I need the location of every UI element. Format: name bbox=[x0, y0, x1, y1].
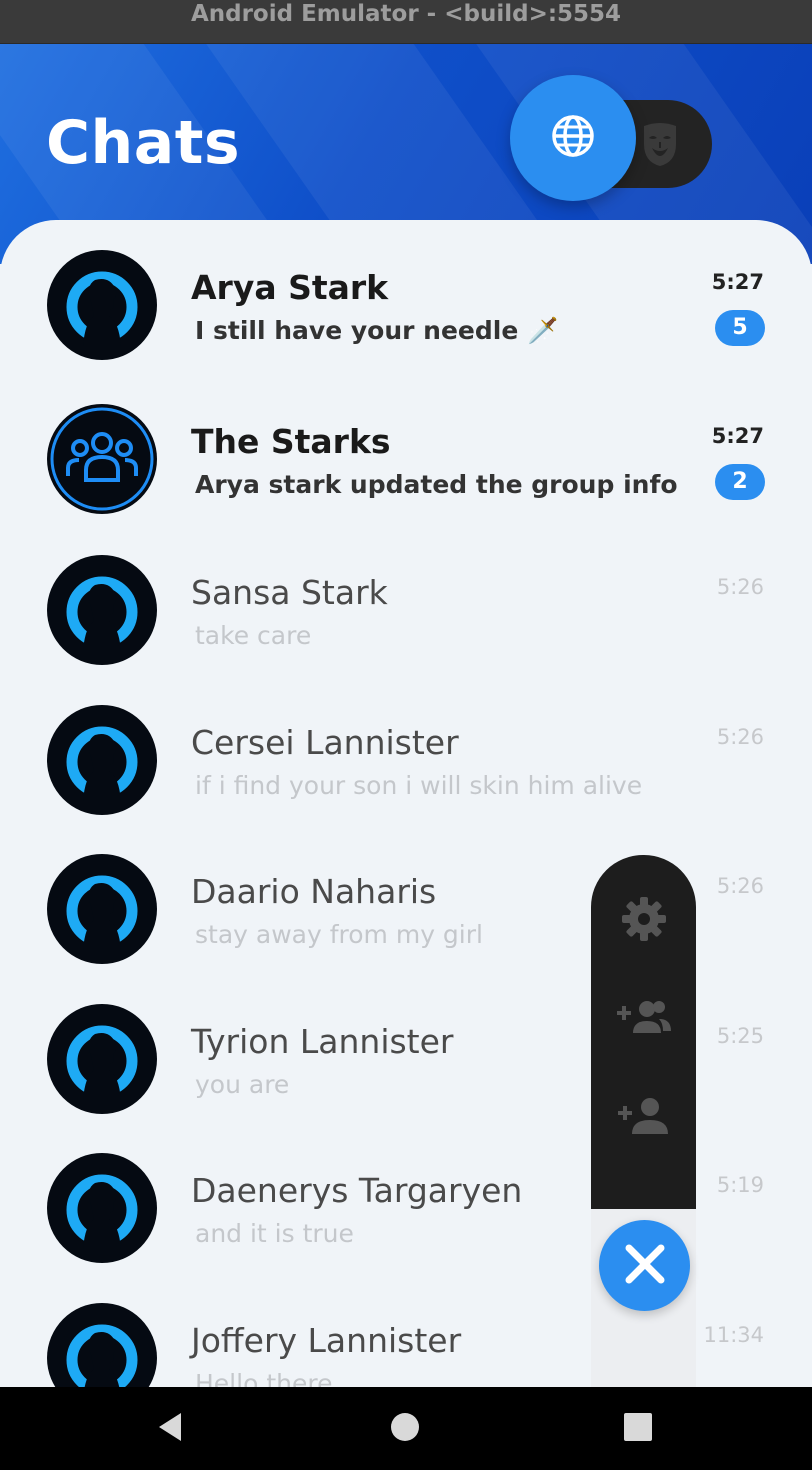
android-nav-bar bbox=[0, 1387, 812, 1470]
chat-time: 5:26 bbox=[716, 725, 764, 749]
chat-last-message: and it is true bbox=[195, 1219, 354, 1248]
add-person-icon bbox=[617, 1096, 670, 1140]
settings-icon bbox=[621, 896, 667, 946]
unread-badge: 5 bbox=[715, 310, 765, 346]
app-screen: Chats Arya Stark I still have your needl… bbox=[0, 44, 812, 1387]
chat-name: Daario Naharis bbox=[191, 872, 437, 911]
add-group-icon bbox=[616, 997, 671, 1041]
chat-last-message: take care bbox=[195, 621, 312, 650]
unread-badge: 2 bbox=[715, 464, 765, 500]
chat-last-message: stay away from my girl bbox=[195, 920, 483, 949]
settings-button[interactable] bbox=[591, 891, 696, 951]
person-silhouette-icon bbox=[66, 271, 138, 346]
chat-last-message: Hello there bbox=[195, 1369, 333, 1387]
chat-time: 5:27 bbox=[711, 270, 764, 294]
page-title: Chats bbox=[46, 108, 241, 178]
close-icon bbox=[623, 1242, 667, 1290]
chat-last-message: if i find your son i will skin him alive bbox=[195, 771, 643, 800]
chat-row[interactable]: Arya Stark I still have your needle 🗡️ 5… bbox=[0, 220, 812, 370]
group-icon bbox=[50, 407, 154, 511]
fab-menu bbox=[591, 855, 696, 1209]
chat-time: 5:26 bbox=[716, 874, 764, 898]
chat-row[interactable]: Cersei Lannister if i find your son i wi… bbox=[0, 675, 812, 825]
chat-name: Sansa Stark bbox=[191, 573, 388, 612]
globe-toggle-knob[interactable] bbox=[510, 75, 636, 201]
chat-name: The Starks bbox=[191, 422, 391, 461]
add-group-button[interactable] bbox=[591, 989, 696, 1049]
emulator-title-bar: Android Emulator - <build>:5554 bbox=[0, 0, 812, 44]
back-icon bbox=[155, 1411, 185, 1447]
recents-button[interactable] bbox=[616, 1407, 660, 1451]
chat-time: 5:19 bbox=[716, 1173, 764, 1197]
chat-name: Joffery Lannister bbox=[191, 1321, 462, 1360]
avatar bbox=[47, 1153, 157, 1263]
avatar bbox=[47, 1004, 157, 1114]
person-silhouette-icon bbox=[66, 1174, 138, 1249]
avatar bbox=[47, 705, 157, 815]
chat-name: Tyrion Lannister bbox=[191, 1022, 454, 1061]
person-silhouette-icon bbox=[66, 726, 138, 801]
add-person-button[interactable] bbox=[591, 1088, 696, 1148]
avatar bbox=[47, 555, 157, 665]
anonymous-mask-icon[interactable] bbox=[640, 122, 680, 172]
avatar bbox=[47, 854, 157, 964]
avatar bbox=[47, 404, 157, 514]
chat-time: 5:25 bbox=[716, 1024, 764, 1048]
person-silhouette-icon bbox=[66, 1324, 138, 1387]
chat-row[interactable]: Sansa Stark take care 5:26 bbox=[0, 525, 812, 675]
chat-time: 5:26 bbox=[716, 575, 764, 599]
close-fab-button[interactable] bbox=[599, 1220, 690, 1311]
chat-row[interactable]: The Starks Arya stark updated the group … bbox=[0, 374, 812, 524]
window-title: Android Emulator - <build>:5554 bbox=[190, 1, 622, 27]
globe-icon bbox=[551, 114, 595, 162]
home-button[interactable] bbox=[383, 1407, 427, 1451]
person-silhouette-icon bbox=[66, 875, 138, 950]
chat-name: Arya Stark bbox=[191, 268, 389, 307]
recents-icon bbox=[623, 1412, 653, 1446]
avatar bbox=[47, 250, 157, 360]
avatar bbox=[47, 1303, 157, 1387]
back-button[interactable] bbox=[148, 1407, 192, 1451]
chat-last-message: you are bbox=[195, 1070, 290, 1099]
chat-time: 5:27 bbox=[711, 424, 764, 448]
chat-name: Cersei Lannister bbox=[191, 723, 459, 762]
chat-time: 11:34 bbox=[703, 1323, 764, 1347]
chat-name: Daenerys Targaryen bbox=[191, 1171, 523, 1210]
chat-last-message: I still have your needle 🗡️ bbox=[195, 316, 559, 345]
person-silhouette-icon bbox=[66, 576, 138, 651]
home-icon bbox=[390, 1412, 420, 1446]
chat-last-message: Arya stark updated the group info bbox=[195, 470, 678, 499]
person-silhouette-icon bbox=[66, 1025, 138, 1100]
